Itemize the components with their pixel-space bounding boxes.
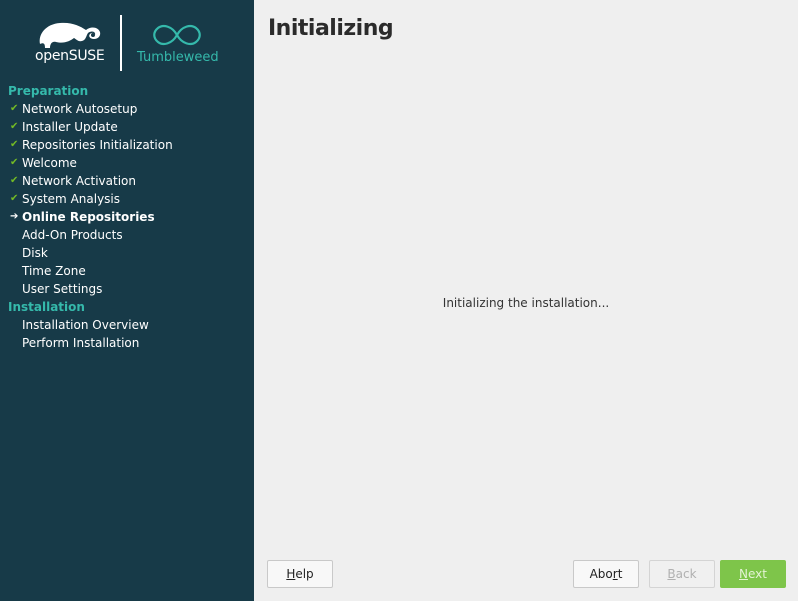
step-perform-installation: Perform Installation [0, 334, 254, 352]
next-label: ext [748, 567, 767, 581]
step-network-activation: ✔ Network Activation [0, 172, 254, 190]
step-installation-overview: Installation Overview [0, 316, 254, 334]
help-hotkey: H [286, 567, 296, 581]
logo-area: openSUSE Tumbleweed [0, 0, 254, 80]
step-label: Add-On Products [22, 228, 123, 242]
check-icon: ✔ [10, 139, 19, 150]
page-title: Initializing [268, 16, 394, 41]
step-label: Perform Installation [22, 336, 140, 350]
step-label: User Settings [22, 282, 103, 296]
step-welcome: ✔ Welcome [0, 154, 254, 172]
check-icon: ✔ [10, 157, 19, 168]
step-repositories-initialization: ✔ Repositories Initialization [0, 136, 254, 154]
step-group-preparation: Preparation [8, 84, 89, 98]
step-network-autosetup: ✔ Network Autosetup [0, 100, 254, 118]
step-label: Repositories Initialization [22, 138, 173, 152]
check-icon: ✔ [10, 103, 19, 114]
next-hotkey: N [739, 567, 748, 581]
main-content: Initializing Initializing the installati… [254, 0, 798, 601]
step-disk: Disk [0, 244, 254, 262]
step-user-settings: User Settings [0, 280, 254, 298]
tumbleweed-infinity-icon [153, 24, 201, 46]
step-label: Installer Update [22, 120, 118, 134]
abort-label-start: Abo [589, 567, 613, 581]
step-label: System Analysis [22, 192, 121, 206]
step-label: Installation Overview [22, 318, 149, 332]
step-label: Disk [22, 246, 48, 260]
check-icon: ✔ [10, 193, 19, 204]
logo-divider [120, 15, 122, 71]
step-installer-update: ✔ Installer Update [0, 118, 254, 136]
step-label: Time Zone [22, 264, 86, 278]
back-button[interactable]: Back [649, 560, 715, 588]
abort-label-end: t [617, 567, 623, 581]
step-add-on-products: Add-On Products [0, 226, 254, 244]
step-label: Network Autosetup [22, 102, 138, 116]
sidebar: openSUSE Tumbleweed Preparation ✔ Network… [0, 0, 254, 601]
installation-steps: Preparation ✔ Network Autosetup ✔ Installe… [0, 82, 254, 352]
status-message: Initializing the installation... [442, 296, 610, 310]
step-time-zone: Time Zone [0, 262, 254, 280]
step-label: Online Repositories [22, 210, 155, 224]
step-label: Network Activation [22, 174, 136, 188]
step-group-installation: Installation [8, 300, 85, 314]
step-label: Welcome [22, 156, 77, 170]
back-hotkey: B [667, 567, 676, 581]
next-button[interactable]: Next [720, 560, 786, 588]
step-system-analysis: ✔ System Analysis [0, 190, 254, 208]
tumbleweed-wordmark: Tumbleweed [137, 50, 219, 65]
check-icon: ✔ [10, 175, 19, 186]
opensuse-wordmark: openSUSE [35, 48, 105, 64]
arrow-right-icon: ➔ [10, 211, 19, 222]
back-label: ack [675, 567, 697, 581]
check-icon: ✔ [10, 121, 19, 132]
abort-button[interactable]: Abort [573, 560, 639, 588]
help-button[interactable]: Help [267, 560, 333, 588]
opensuse-chameleon-icon [39, 22, 101, 48]
help-label: elp [295, 567, 314, 581]
step-online-repositories: ➔ Online Repositories [0, 208, 254, 226]
